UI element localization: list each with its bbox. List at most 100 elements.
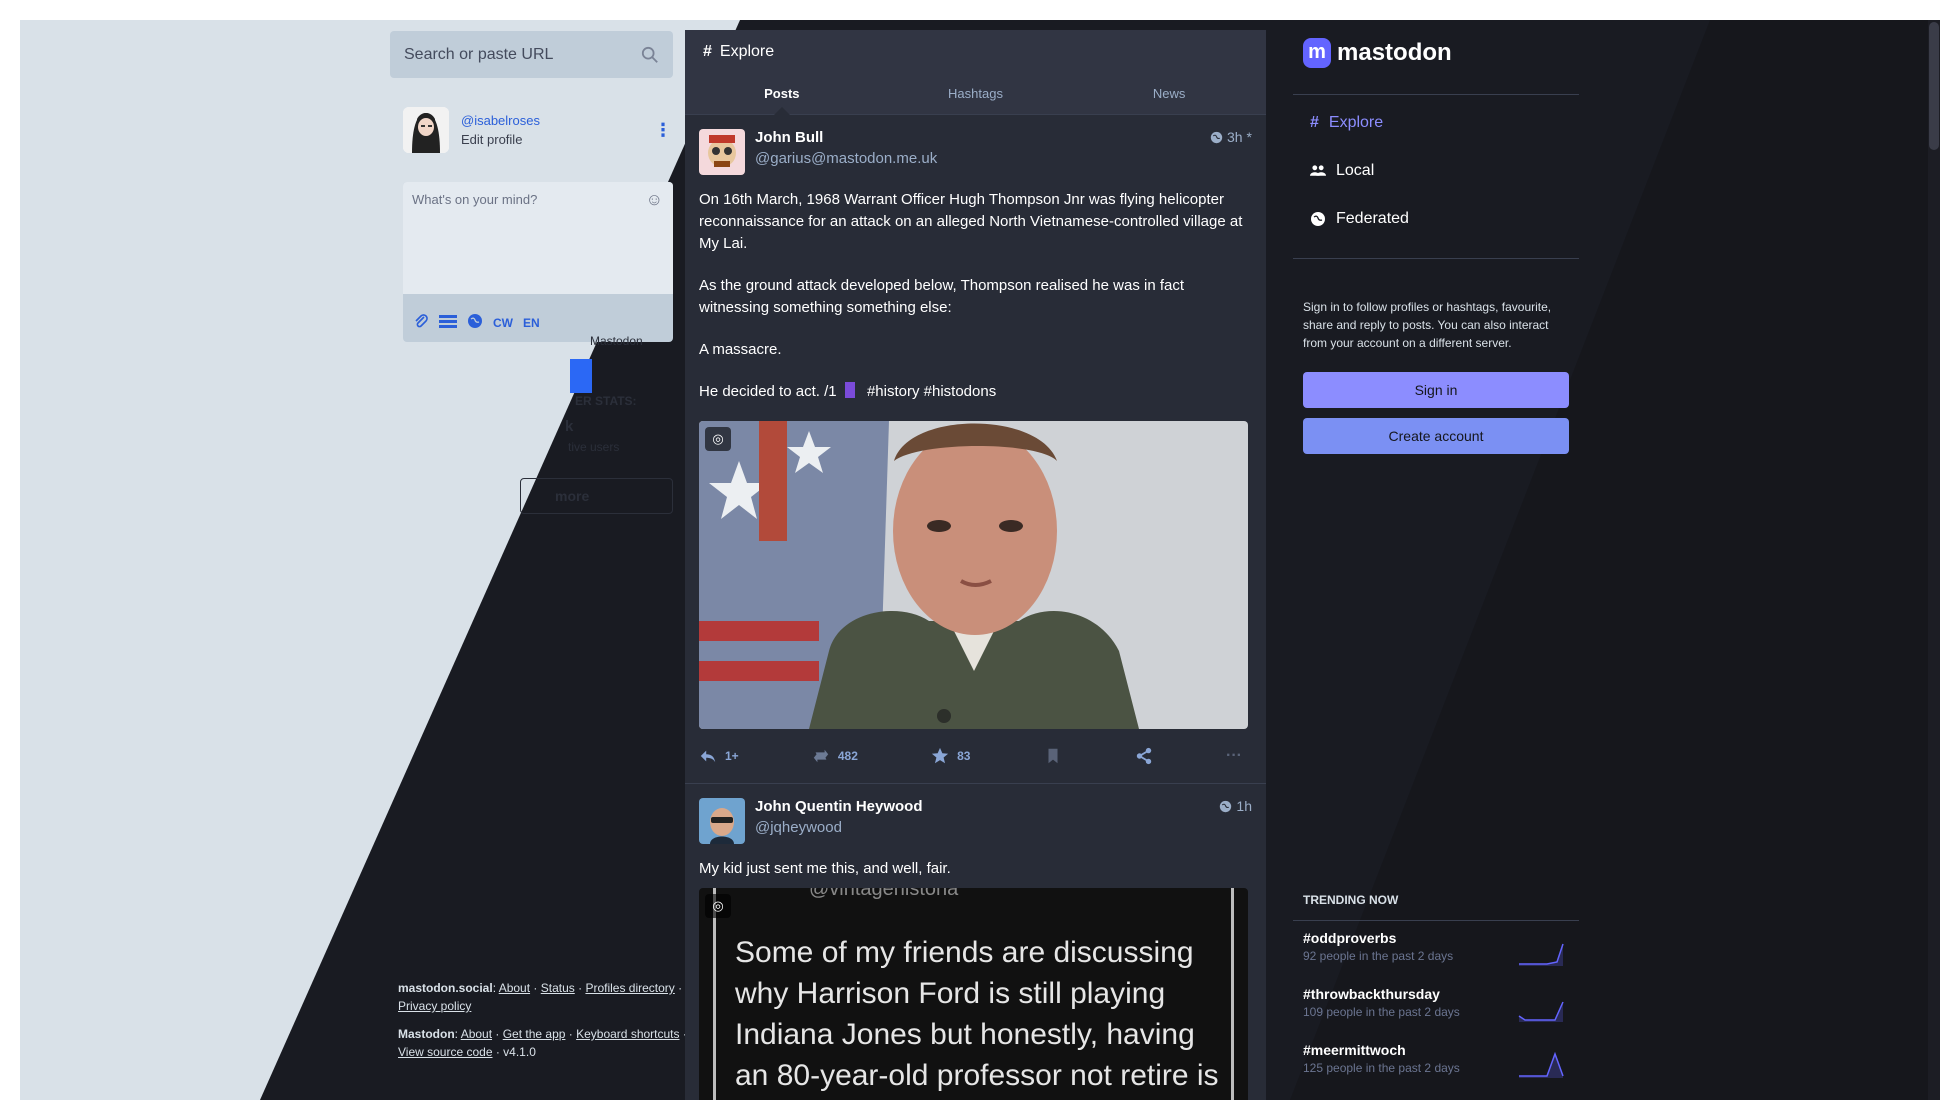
sparkline xyxy=(1519,1051,1564,1078)
avatar[interactable] xyxy=(403,107,449,153)
tab-news[interactable]: News xyxy=(1072,74,1266,114)
footer-source-link[interactable]: View source code xyxy=(398,1045,493,1059)
sign-in-button[interactable]: Sign in xyxy=(1303,372,1569,408)
favourite-button[interactable]: 83 xyxy=(931,747,970,765)
learn-more-label: more xyxy=(555,488,590,504)
star-icon xyxy=(931,747,949,764)
globe-icon xyxy=(1210,131,1223,143)
learn-more-button[interactable]: more xyxy=(520,478,673,514)
trending-heading: TRENDING NOW xyxy=(1303,893,1399,907)
compose-form: What's on your mind? ☺ CW EN xyxy=(403,182,673,342)
language-button[interactable]: EN xyxy=(523,316,540,330)
hashtag-link[interactable]: #history xyxy=(867,383,920,400)
explore-tabs: Posts Hashtags News xyxy=(685,74,1266,115)
footer-status-link[interactable]: Status xyxy=(541,981,575,995)
boost-icon xyxy=(813,749,829,763)
footer-directory-link[interactable]: Profiles directory xyxy=(585,981,674,995)
divider xyxy=(1293,94,1579,95)
display-name[interactable]: John Bull xyxy=(755,129,1210,146)
edited-mark: * xyxy=(1246,129,1252,145)
explore-column: # Explore Posts Hashtags News John Bull … xyxy=(685,30,1266,1100)
bookmark-button[interactable] xyxy=(1044,747,1062,765)
avatar[interactable] xyxy=(699,129,745,175)
trending-item[interactable]: #throwbackthursday 109 people in the pas… xyxy=(1303,986,1579,1036)
footer-about-link[interactable]: About xyxy=(499,981,530,995)
tab-hashtags[interactable]: Hashtags xyxy=(879,74,1073,114)
share-icon xyxy=(1136,747,1152,765)
server-name-fragment: Mastodon xyxy=(590,334,643,348)
status-paragraph: My kid just sent me this, and well, fair… xyxy=(699,860,951,877)
users-icon xyxy=(1310,165,1326,176)
server-stats-label: tive users xyxy=(568,440,620,454)
footer-about2-link[interactable]: About xyxy=(461,1027,492,1041)
footer-privacy-link[interactable]: Privacy policy xyxy=(398,999,471,1013)
nav-federated[interactable]: Federated xyxy=(1310,210,1409,228)
server-stats-heading: ER STATS: xyxy=(575,394,637,408)
scrollbar-thumb[interactable] xyxy=(1929,22,1939,150)
status-post[interactable]: John Quentin Heywood @jqheywood 1h My ki… xyxy=(685,784,1266,1100)
ellipsis-icon[interactable]: ··· xyxy=(1226,747,1242,765)
status-paragraph: On 16th March, 1968 Warrant Officer Hugh… xyxy=(699,191,1243,252)
column-header[interactable]: # Explore xyxy=(685,30,1266,74)
search-input[interactable]: Search or paste URL xyxy=(390,31,673,78)
emoji-icon[interactable]: ☺ xyxy=(646,190,663,210)
create-account-button[interactable]: Create account xyxy=(1303,418,1569,454)
status-post[interactable]: John Bull @garius@mastodon.me.uk 3h * On … xyxy=(685,115,1266,784)
footer-shortcuts-link[interactable]: Keyboard shortcuts xyxy=(576,1027,679,1041)
compose-placeholder: What's on your mind? xyxy=(412,192,538,207)
reply-icon xyxy=(700,750,716,763)
app-window: Search or paste URL @isabelroses Edit pr… xyxy=(20,20,1940,1100)
thread-emoji xyxy=(844,382,855,398)
boost-button[interactable]: 482 xyxy=(812,747,858,765)
content-warning-button[interactable]: CW xyxy=(493,316,513,330)
status-timestamp[interactable]: 3h * xyxy=(1210,129,1252,145)
hashtag-icon: # xyxy=(703,43,712,60)
reply-count: 1+ xyxy=(725,749,739,763)
share-button[interactable] xyxy=(1135,747,1153,765)
nav-label: Federated xyxy=(1336,210,1409,227)
avatar[interactable] xyxy=(699,798,745,844)
scrollbar[interactable] xyxy=(1928,20,1940,1100)
mastodon-logo[interactable]: m mastodon xyxy=(1303,38,1452,68)
globe-icon xyxy=(1220,800,1232,812)
status-line: He decided to act. /1 xyxy=(699,383,837,400)
footer-mastodon-links: Mastodon: About · Get the app · Keyboard… xyxy=(398,1027,687,1059)
favourite-count: 83 xyxy=(957,749,971,763)
media-screenshot-text[interactable]: @vintagehistoria Some of my friends are … xyxy=(699,888,1248,1100)
media-photo-soldier[interactable]: ◎ xyxy=(699,421,1248,729)
footer-version: v4.1.0 xyxy=(503,1045,536,1059)
status-paragraph: As the ground attack developed below, Th… xyxy=(699,277,1185,316)
image-border xyxy=(713,888,716,1100)
compose-textarea[interactable]: What's on your mind? ☺ xyxy=(403,182,673,294)
reply-button[interactable]: 1+ xyxy=(699,747,739,765)
account-handle[interactable]: @jqheywood xyxy=(755,819,1219,836)
image-caption-handle: @vintagehistoria xyxy=(809,888,959,900)
status-content: My kid just sent me this, and well, fair… xyxy=(699,858,1252,880)
nav-local[interactable]: Local xyxy=(1310,162,1374,180)
edit-profile-link[interactable]: Edit profile xyxy=(461,132,653,147)
footer-mastodon-brand: Mastodon xyxy=(398,1027,455,1041)
status-timestamp[interactable]: 1h xyxy=(1219,798,1252,814)
link-footer: mastodon.social: About · Status · Profil… xyxy=(398,979,688,1061)
account-handle[interactable]: @garius@mastodon.me.uk xyxy=(755,150,1210,167)
footer-get-app-link[interactable]: Get the app xyxy=(503,1027,566,1041)
server-banner-fragment xyxy=(570,359,592,393)
nav-explore[interactable]: # Explore xyxy=(1310,114,1383,132)
bookmark-icon xyxy=(1048,748,1058,764)
trending-item[interactable]: #oddproverbs 92 people in the past 2 day… xyxy=(1303,930,1579,980)
poll-icon[interactable] xyxy=(439,314,457,331)
globe-icon[interactable] xyxy=(467,313,483,332)
trending-item[interactable]: #meermittwoch 125 people in the past 2 d… xyxy=(1303,1042,1579,1092)
eye-slash-icon[interactable]: ◎ xyxy=(705,894,731,918)
paperclip-icon[interactable] xyxy=(413,313,429,332)
kebab-icon[interactable]: ⋮ xyxy=(653,120,673,141)
server-stats-count: k xyxy=(565,418,574,435)
current-user-card: @isabelroses Edit profile ⋮ xyxy=(403,102,673,158)
profile-handle[interactable]: @isabelroses xyxy=(461,113,653,128)
eye-slash-icon[interactable]: ◎ xyxy=(705,427,731,451)
time-label: 3h xyxy=(1226,129,1243,145)
tab-posts[interactable]: Posts xyxy=(685,74,879,115)
display-name[interactable]: John Quentin Heywood xyxy=(755,798,1219,815)
hashtag-link[interactable]: #histodons xyxy=(924,383,997,400)
sign-in-banner-text: Sign in to follow profiles or hashtags, … xyxy=(1303,300,1552,350)
